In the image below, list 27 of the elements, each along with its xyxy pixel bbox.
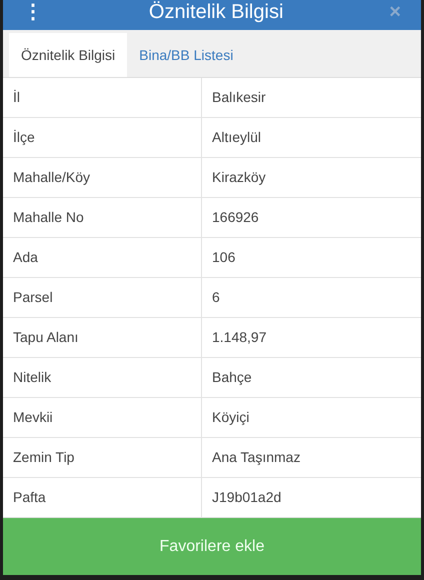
- field-label: Zemin Tip: [3, 438, 202, 477]
- field-value: Bahçe: [211, 368, 253, 387]
- field-value: 106: [211, 248, 236, 267]
- favorite-button[interactable]: Favorilere ekle: [3, 518, 421, 575]
- field-value: J19b01a2d: [211, 488, 282, 507]
- dialog-title: Öznitelik Bilgisi: [148, 2, 284, 22]
- field-label: Tapu Alanı: [3, 318, 202, 357]
- field-value: Ana Taşınmaz: [211, 448, 302, 467]
- menu-icon[interactable]: ⋮: [23, 2, 43, 22]
- field-value: Balıkesir: [211, 88, 267, 107]
- field-label: Mevkii: [3, 398, 202, 437]
- field-label: Parsel: [3, 278, 202, 317]
- field-value: 166926: [211, 208, 260, 227]
- field-label: Mahalle/Köy: [3, 158, 202, 197]
- field-label: Ada: [3, 238, 202, 277]
- tab[interactable]: Öznitelik Bilgisi: [9, 33, 128, 77]
- field-label: Pafta: [3, 478, 202, 517]
- field-label: İl: [3, 78, 202, 117]
- tab[interactable]: Bina/BB Listesi: [127, 33, 246, 77]
- field-label: Mahalle No: [3, 198, 202, 237]
- field-value: Altıeylül: [211, 128, 262, 147]
- field-value: 1.148,97: [211, 328, 268, 347]
- field-value: 6: [211, 288, 221, 307]
- field-value: Köyiçi: [211, 408, 250, 427]
- field-label: İlçe: [3, 118, 202, 157]
- field-value: Kirazköy: [211, 168, 267, 187]
- field-label: Nitelik: [3, 358, 202, 397]
